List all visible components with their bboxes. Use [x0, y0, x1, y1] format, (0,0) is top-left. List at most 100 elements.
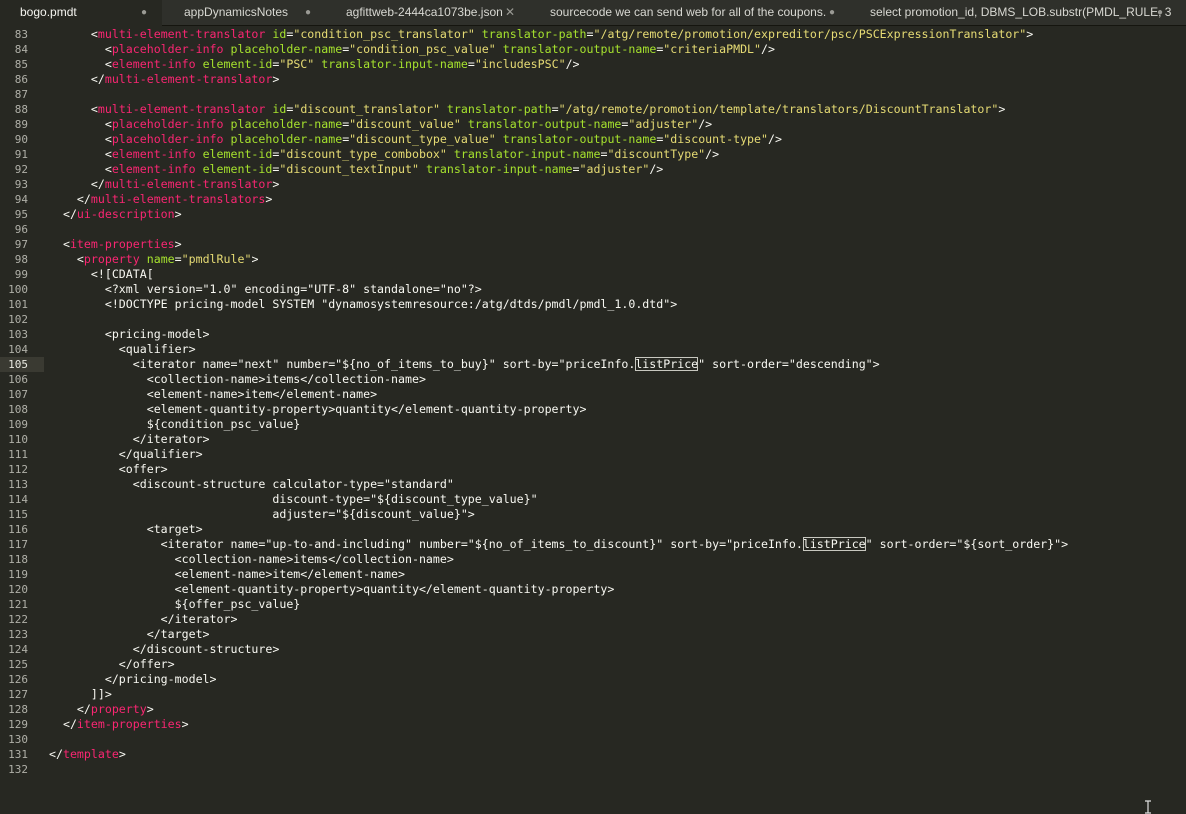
unsaved-dot-icon[interactable]: ● — [302, 0, 314, 25]
code-line[interactable]: 89 <placeholder-info placeholder-name="d… — [0, 117, 1186, 132]
tab-label: select promotion_id, DBMS_LOB.substr(PMD… — [870, 5, 1172, 19]
code-line[interactable]: 95 </ui-description> — [0, 207, 1186, 222]
line-number: 123 — [8, 628, 28, 641]
code-line[interactable]: 131 </template> — [0, 747, 1186, 762]
code-token: id — [265, 27, 287, 41]
code-line[interactable]: 88 <multi-element-translator id = "discoun… — [0, 102, 1186, 117]
code-line[interactable]: 129 </item-properties> — [0, 717, 1186, 732]
code-line[interactable]: 118 <collection-name>items</collection-n… — [0, 552, 1186, 567]
unsaved-dot-icon[interactable]: ● — [826, 0, 838, 25]
line-number: 87 — [14, 88, 28, 101]
code-line[interactable]: 130 — [0, 732, 1186, 747]
line-number: 103 — [8, 328, 28, 341]
code-line[interactable]: 105 <iterator name="next" number="${no_o… — [0, 357, 1186, 372]
code-line[interactable]: 109 ${condition_psc_value} — [0, 417, 1186, 432]
code-token: translator-input-name — [418, 162, 573, 176]
code-line[interactable]: 98 <property name="pmdlRule"> — [0, 252, 1186, 267]
code-line[interactable]: 84 <placeholder-info placeholder-name="c… — [0, 42, 1186, 57]
code-line[interactable]: 125 </offer> — [0, 657, 1186, 672]
code-line[interactable]: 116 <target> — [0, 522, 1186, 537]
code-line[interactable]: 103 <pricing-model> — [0, 327, 1186, 342]
code-token: <discount-structure calculator-type="sta… — [49, 477, 454, 491]
code-token: property — [90, 702, 147, 716]
code-token: < — [49, 117, 112, 131]
code-line[interactable]: 122 </iterator> — [0, 612, 1186, 627]
line-number: 120 — [8, 583, 28, 596]
code-line[interactable]: 87 — [0, 87, 1186, 102]
code-token: <collection-name>items</collection-name> — [49, 372, 426, 386]
code-line[interactable]: 112 <offer> — [0, 462, 1186, 477]
code-line[interactable]: 83 <multi-element-translator id = "conditi… — [0, 27, 1186, 42]
code-text: <iterator name="next" number="${no_of_it… — [49, 357, 880, 372]
code-line[interactable]: 97 <item-properties> — [0, 237, 1186, 252]
code-token: <element-quantity-property>quantity</ele… — [49, 582, 615, 596]
code-line[interactable]: 96 — [0, 222, 1186, 237]
tab-1[interactable]: bogo.pmdt ● — [0, 0, 162, 26]
tab-3[interactable]: agfittweb-2444ca1073be.json ✕ — [322, 0, 526, 26]
code-line[interactable]: 132 — [0, 762, 1186, 777]
tab-2[interactable]: appDynamicsNotes ● — [162, 0, 322, 26]
code-line[interactable]: 121 ${offer_psc_value} — [0, 597, 1186, 612]
code-line[interactable]: 111 </qualifier> — [0, 447, 1186, 462]
code-token: > — [118, 747, 126, 761]
code-line[interactable]: 120 <element-quantity-property>quantity<… — [0, 582, 1186, 597]
code-line[interactable]: 91 <element-info element-id="discount_ty… — [0, 147, 1186, 162]
unsaved-dot-icon[interactable]: ● — [138, 0, 150, 25]
code-line[interactable]: 110 </iterator> — [0, 432, 1186, 447]
line-number: 122 — [8, 613, 28, 626]
code-token: translator-input-name — [314, 57, 468, 71]
tab-5[interactable]: select promotion_id, DBMS_LOB.substr(PMD… — [852, 0, 1186, 26]
tab-label: appDynamicsNotes — [184, 5, 289, 19]
code-line[interactable]: 124 </discount-structure> — [0, 642, 1186, 657]
code-line[interactable]: 90 <placeholder-info placeholder-name="d… — [0, 132, 1186, 147]
code-token: < — [49, 57, 112, 71]
line-number: 105 — [0, 357, 44, 372]
code-line[interactable]: 117 <iterator name="up-to-and-including"… — [0, 537, 1186, 552]
code-line[interactable]: 114 discount-type="${discount_type_value… — [0, 492, 1186, 507]
line-number: 96 — [14, 223, 28, 236]
code-token: element-id — [195, 57, 273, 71]
code-line[interactable]: 108 <element-quantity-property>quantity<… — [0, 402, 1186, 417]
code-text: </discount-structure> — [49, 642, 280, 657]
code-line[interactable]: 104 <qualifier> — [0, 342, 1186, 357]
code-text: </item-properties> — [49, 717, 189, 732]
code-editor[interactable]: 83 <multi-element-translator id="conditi… — [0, 26, 1186, 814]
code-token: < — [49, 162, 112, 176]
code-line[interactable]: 85 <element-info element-id = "PSC" transl… — [0, 57, 1186, 72]
code-line[interactable]: 93 </multi-element-translator> — [0, 177, 1186, 192]
code-line[interactable]: 119 <element-name>item</element-name> — [0, 567, 1186, 582]
code-token: <!DOCTYPE pricing-model SYSTEM "dynamosy… — [49, 297, 678, 311]
code-token: placeholder-info — [111, 117, 224, 131]
code-token: </qualifier> — [49, 447, 203, 461]
code-text: <discount-structure calculator-type="sta… — [49, 477, 454, 492]
code-line[interactable]: 102 — [0, 312, 1186, 327]
code-token: element-info — [111, 162, 196, 176]
code-line[interactable]: 127 ]]> — [0, 687, 1186, 702]
code-line[interactable]: 115 adjuster="${discount_value}"> — [0, 507, 1186, 522]
code-token: </discount-structure> — [49, 642, 280, 656]
code-line[interactable]: 92 <element-info element-id = "discount_te… — [0, 162, 1186, 177]
code-token: discount-type="${discount_type_value}" — [49, 492, 538, 506]
code-token: element-id — [195, 147, 273, 161]
code-line[interactable]: 106 <collection-name>items</collection-n… — [0, 372, 1186, 387]
code-text: <element-info element-id="discount_type_… — [49, 147, 719, 162]
code-line[interactable]: 113 <discount-structure calculator-type=… — [0, 477, 1186, 492]
code-line[interactable]: 101 <!DOCTYPE pricing-model SYSTEM "dyna… — [0, 297, 1186, 312]
close-icon[interactable]: ✕ — [504, 0, 516, 25]
code-line[interactable]: 128 </property> — [0, 702, 1186, 717]
code-text: <offer> — [49, 462, 168, 477]
code-line[interactable]: 123 </target> — [0, 627, 1186, 642]
code-token: item-properties — [69, 237, 175, 251]
tab-4[interactable]: sourcecode we can send web for all of th… — [526, 0, 852, 26]
code-line[interactable]: 94 </multi-element-translators> — [0, 192, 1186, 207]
code-line[interactable]: 99 <![CDATA[ — [0, 267, 1186, 282]
code-token: > — [272, 177, 280, 191]
code-token: multi-element-translator — [104, 72, 273, 86]
unsaved-dot-icon[interactable]: ● — [1154, 0, 1166, 25]
code-token: = — [572, 162, 580, 176]
code-line[interactable]: 86 </multi-element-translator> — [0, 72, 1186, 87]
code-line[interactable]: 100 <?xml version="1.0" encoding="UTF-8"… — [0, 282, 1186, 297]
code-text: </property> — [49, 702, 154, 717]
code-line[interactable]: 126 </pricing-model> — [0, 672, 1186, 687]
code-line[interactable]: 107 <element-name>item</element-name> — [0, 387, 1186, 402]
